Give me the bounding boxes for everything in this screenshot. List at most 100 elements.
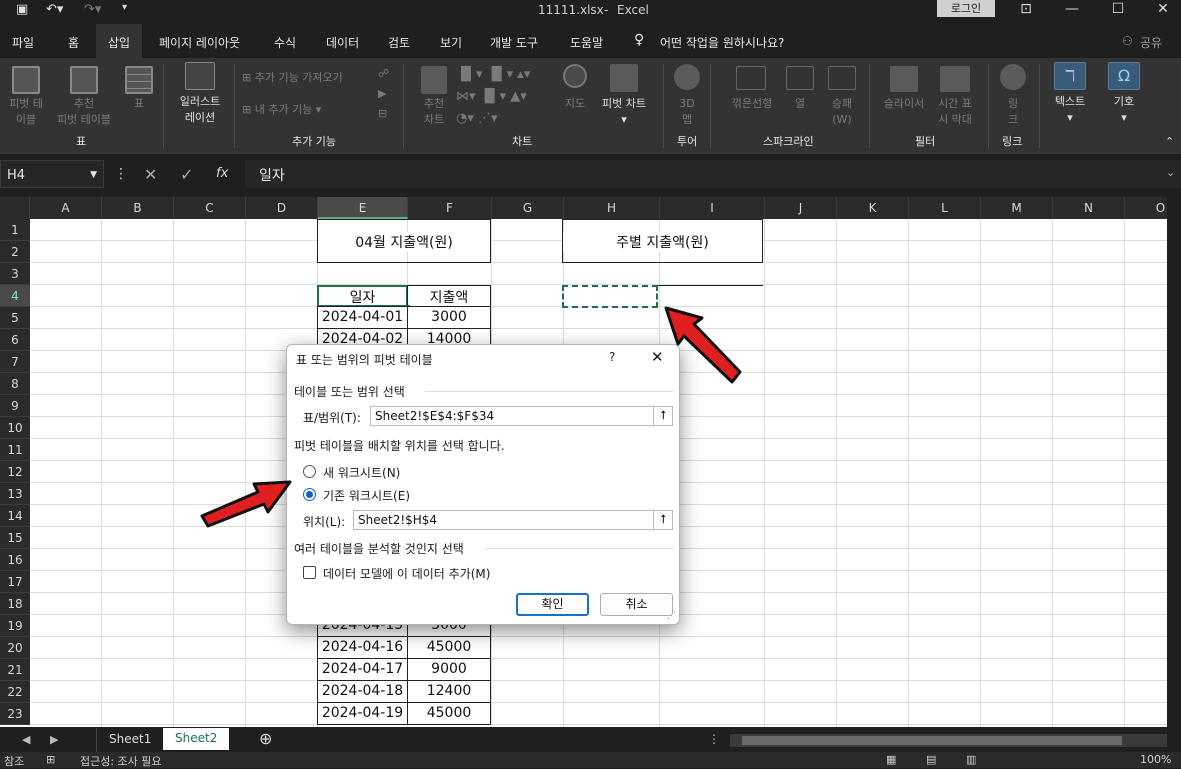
tab-home[interactable]: 홈 <box>68 34 79 51</box>
my-addins-button[interactable]: ⊞ 내 추가 기능 ▾ <box>242 102 382 118</box>
row-header-14[interactable]: 14 <box>0 505 30 527</box>
location-input[interactable]: Sheet2!$H$4 <box>353 510 673 530</box>
tab-data[interactable]: 데이터 <box>326 34 359 51</box>
location-collapse-icon[interactable]: ⭡ <box>653 510 673 530</box>
column-header-b[interactable]: B <box>102 197 174 219</box>
ok-button[interactable]: 확인 <box>516 593 589 616</box>
row-header-13[interactable]: 13 <box>0 483 30 505</box>
illustrations-button[interactable]: 일러스트 레이션 <box>170 94 230 126</box>
map3d-button[interactable]: 3D 맵 <box>671 96 703 128</box>
row-header-22[interactable]: 22 <box>0 681 30 703</box>
accessibility-status[interactable]: 접근성: 조사 필요 <box>80 753 162 769</box>
column-header-h[interactable]: H <box>564 197 660 219</box>
radio-existing-worksheet[interactable] <box>303 488 316 501</box>
redo-icon[interactable]: ↷▾ <box>84 2 101 17</box>
tell-me-box[interactable]: 어떤 작업을 원하시나요? <box>660 34 784 51</box>
expand-formula-icon[interactable]: ⌄ <box>1166 166 1175 179</box>
ribbon-display-icon[interactable]: ⊡ <box>1006 0 1046 20</box>
row-header-21[interactable]: 21 <box>0 659 30 681</box>
new-worksheet-label[interactable]: 새 워크시트(N) <box>323 464 400 481</box>
share-button[interactable]: 공유 <box>1140 34 1162 51</box>
amount-cell[interactable]: 12400 <box>407 680 491 703</box>
table-button[interactable]: 표 <box>128 96 150 112</box>
login-button[interactable]: 로그인 <box>937 0 995 17</box>
header-date[interactable]: 일자 <box>319 287 406 307</box>
timeline-button[interactable]: 시간 표 시 막대 <box>930 96 980 128</box>
tab-review[interactable]: 검토 <box>388 34 410 51</box>
cancel-entry-icon[interactable]: ✕ <box>144 165 157 184</box>
column-header-j[interactable]: J <box>765 197 837 219</box>
page-layout-view-icon[interactable]: ▤ <box>926 753 936 766</box>
maximize-icon[interactable]: ☐ <box>1098 0 1138 20</box>
amount-cell[interactable]: 45000 <box>407 636 491 659</box>
minimize-icon[interactable]: — <box>1052 0 1092 20</box>
symbols-button[interactable]: 기호 ▾ <box>1104 94 1144 126</box>
row-header-16[interactable]: 16 <box>0 549 30 571</box>
amount-cell[interactable]: 45000 <box>407 702 491 725</box>
row-header-15[interactable]: 15 <box>0 527 30 549</box>
select-all-corner[interactable] <box>0 197 30 219</box>
header-amount[interactable]: 지출액 <box>408 287 490 307</box>
range-collapse-icon[interactable]: ⭡ <box>653 406 673 426</box>
row-header-11[interactable]: 11 <box>0 439 30 461</box>
customize-qat-icon[interactable]: ▾ <box>122 2 127 13</box>
row-header-1[interactable]: 1 <box>0 219 30 241</box>
zoom-level[interactable]: 100% <box>1140 753 1171 766</box>
row-header-20[interactable]: 20 <box>0 637 30 659</box>
next-sheet-icon[interactable]: ▶ <box>50 733 58 746</box>
row-header-23[interactable]: 23 <box>0 703 30 725</box>
macro-icon[interactable]: ⊞ <box>46 753 55 766</box>
page-break-view-icon[interactable]: ▥ <box>966 753 976 766</box>
column-header-n[interactable]: N <box>1053 197 1125 219</box>
column-header-l[interactable]: L <box>909 197 981 219</box>
row-header-4[interactable]: 4 <box>0 285 30 307</box>
row-header-2[interactable]: 2 <box>0 241 30 263</box>
recommended-charts-button[interactable]: 추천 차트 <box>416 96 452 128</box>
undo-icon[interactable]: ↶▾ <box>46 2 63 17</box>
text-button[interactable]: 텍스트 ▾ <box>1046 94 1094 126</box>
tab-insert[interactable]: 삽입 <box>96 24 143 58</box>
normal-view-icon[interactable]: ▦ <box>886 753 896 766</box>
pivot-chart-button[interactable]: 피벗 차트 ▾ <box>594 96 654 128</box>
get-addins-button[interactable]: ⊞ 추가 기능 가져오기 <box>242 70 382 86</box>
scrollbar-thumb[interactable] <box>742 736 1122 745</box>
recommended-pivot-button[interactable]: 추천 피벗 테이블 <box>48 96 120 128</box>
radio-new-worksheet[interactable] <box>303 465 316 478</box>
row-header-3[interactable]: 3 <box>0 263 30 285</box>
amount-cell[interactable]: 9000 <box>407 658 491 681</box>
sheet-tab-sheet1[interactable]: Sheet1 <box>96 728 163 752</box>
row-header-18[interactable]: 18 <box>0 593 30 615</box>
row-header-9[interactable]: 9 <box>0 395 30 417</box>
add-sheet-icon[interactable]: ⊕ <box>259 729 272 748</box>
row-header-7[interactable]: 7 <box>0 351 30 373</box>
tab-page-layout[interactable]: 페이지 레이아웃 <box>159 34 240 51</box>
slicer-button[interactable]: 슬라이서 <box>876 96 932 112</box>
row-header-8[interactable]: 8 <box>0 373 30 395</box>
prev-sheet-icon[interactable]: ◀ <box>22 733 30 746</box>
amount-cell[interactable]: 3000 <box>407 306 491 329</box>
resize-grip-icon[interactable]: ⋰ <box>667 611 676 621</box>
horizontal-scrollbar[interactable] <box>730 734 1167 747</box>
formula-input[interactable]: 일자 <box>245 160 1181 188</box>
range-input[interactable]: Sheet2!$E$4:$F$34 <box>370 406 673 426</box>
name-box[interactable]: H4 ▼ <box>0 160 104 188</box>
column-header-m[interactable]: M <box>981 197 1053 219</box>
sparkline-line-button[interactable]: 꺾은선형 <box>724 96 780 112</box>
row-header-19[interactable]: 19 <box>0 615 30 637</box>
insert-function-icon[interactable]: fx <box>216 166 228 181</box>
tab-help[interactable]: 도움말 <box>570 34 603 51</box>
addin-icon-2[interactable]: ▶ <box>378 86 386 102</box>
column-header-o[interactable]: O <box>1125 197 1167 219</box>
column-header-i[interactable]: I <box>660 197 765 219</box>
chart-type-icons[interactable]: ▐▌▾ ▐▌▾ ▴▾ ⋈▾ ▐▌▾ ▲▾ ◔▾ ⋰▾ <box>456 64 556 130</box>
help-button[interactable]: ? <box>609 350 615 364</box>
column-header-a[interactable]: A <box>30 197 102 219</box>
column-header-c[interactable]: C <box>174 197 246 219</box>
row-header-5[interactable]: 5 <box>0 307 30 329</box>
addin-icon-3[interactable]: ⊟ <box>378 106 387 122</box>
row-header-12[interactable]: 12 <box>0 461 30 483</box>
sheet-tab-sheet2[interactable]: Sheet2 <box>163 728 230 750</box>
addin-icon-1[interactable]: ☍ <box>378 66 389 82</box>
data-model-checkbox[interactable] <box>303 566 316 579</box>
tab-view[interactable]: 보기 <box>440 34 462 51</box>
